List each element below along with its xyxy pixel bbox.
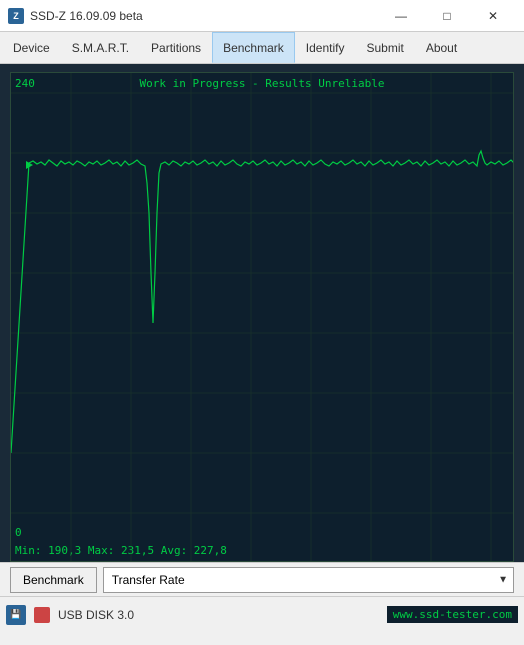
menu-item-device[interactable]: Device (2, 32, 61, 63)
benchmark-button[interactable]: Benchmark (10, 567, 97, 593)
menu-item-partitions[interactable]: Partitions (140, 32, 212, 63)
website-link: www.ssd-tester.com (387, 606, 518, 623)
disk-indicator (34, 607, 50, 623)
menu-item-benchmark[interactable]: Benchmark (212, 32, 295, 63)
maximize-button[interactable]: □ (424, 0, 470, 32)
app-icon: Z (8, 8, 24, 24)
menu-bar: Device S.M.A.R.T. Partitions Benchmark I… (0, 32, 524, 64)
chart-container: 240 Work in Progress - Results Unreliabl… (10, 72, 514, 562)
close-button[interactable]: ✕ (470, 0, 516, 32)
title-text: SSD-Z 16.09.09 beta (30, 9, 143, 23)
main-content: 240 Work in Progress - Results Unreliabl… (0, 64, 524, 562)
chart-svg (11, 73, 514, 562)
disk-name: USB DISK 3.0 (58, 608, 134, 622)
status-left: 💾 USB DISK 3.0 (6, 605, 134, 625)
dropdown-container: Transfer Rate Access Time IOPS ▼ (103, 567, 514, 593)
minimize-button[interactable]: — (378, 0, 424, 32)
status-bar: 💾 USB DISK 3.0 www.ssd-tester.com (0, 596, 524, 632)
title-bar-left: Z SSD-Z 16.09.09 beta (8, 8, 143, 24)
bottom-controls: Benchmark Transfer Rate Access Time IOPS… (0, 562, 524, 596)
menu-item-identify[interactable]: Identify (295, 32, 356, 63)
disk-icon: 💾 (6, 605, 26, 625)
menu-item-submit[interactable]: Submit (355, 32, 414, 63)
transfer-rate-dropdown[interactable]: Transfer Rate Access Time IOPS (103, 567, 514, 593)
title-controls: — □ ✕ (378, 0, 516, 32)
menu-item-about[interactable]: About (415, 32, 468, 63)
menu-item-smart[interactable]: S.M.A.R.T. (61, 32, 140, 63)
title-bar: Z SSD-Z 16.09.09 beta — □ ✕ (0, 0, 524, 32)
